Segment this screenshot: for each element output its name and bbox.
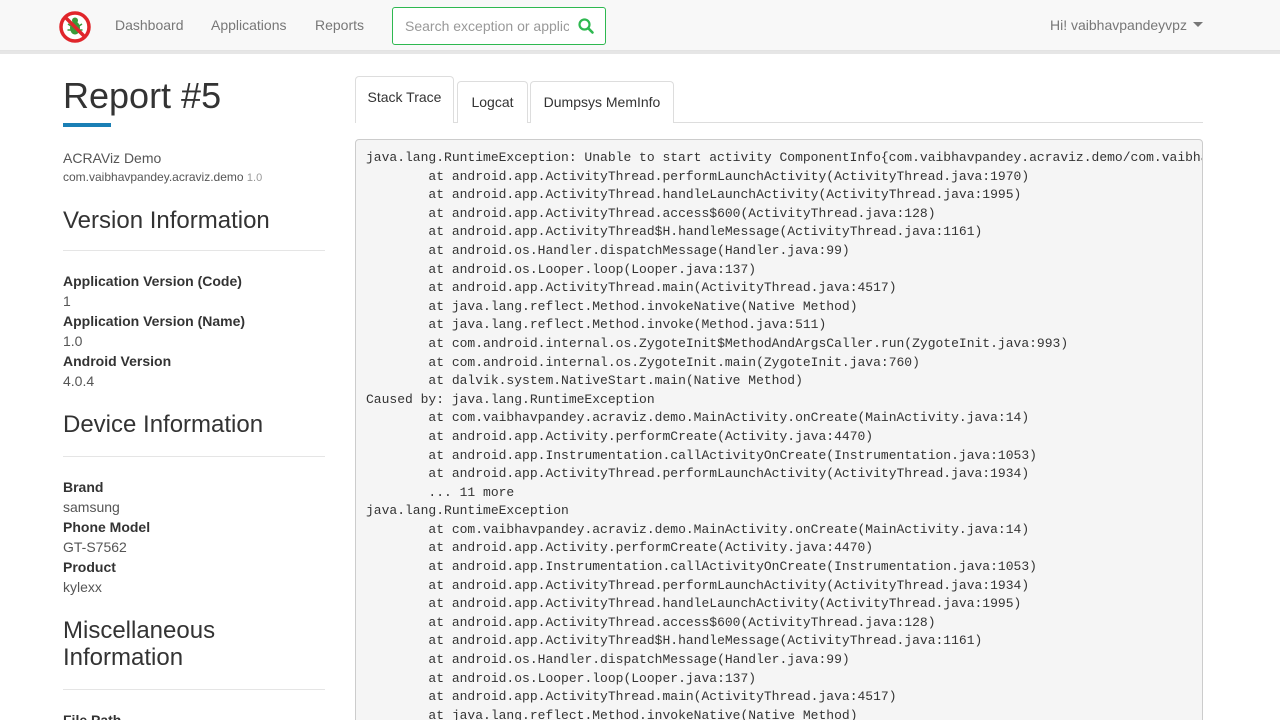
field-value: 1.0 xyxy=(63,333,83,349)
section-divider xyxy=(63,456,325,457)
no-bug-logo-icon[interactable] xyxy=(59,11,91,43)
version-info-heading: Version Information xyxy=(63,207,270,234)
user-greeting: Hi! vaibhavpandeyvpz xyxy=(1050,17,1187,33)
misc-heading-line2: Information xyxy=(63,644,184,671)
caret-down-icon xyxy=(1192,22,1203,27)
package-name: com.vaibhavpandey.acraviz.demo xyxy=(63,170,244,184)
user-menu-toggle[interactable]: Hi! vaibhavpandeyvpz xyxy=(1050,17,1203,33)
stack-trace-text: java.lang.RuntimeException: Unable to st… xyxy=(366,150,1202,720)
search-form xyxy=(392,7,606,45)
tab-logcat[interactable]: Logcat xyxy=(457,81,528,123)
report-tabs: Stack Trace Logcat Dumpsys MemInfo xyxy=(355,76,1203,123)
report-sidebar: Report #5 ACRAViz Demo com.vaibhavpandey… xyxy=(63,72,325,720)
search-input[interactable] xyxy=(393,8,569,44)
version-info-fields: Application Version (Code) 1 Application… xyxy=(63,271,325,391)
misc-info-heading: Miscellaneous Information xyxy=(63,617,325,671)
tab-stack-trace[interactable]: Stack Trace xyxy=(355,76,454,123)
field-label: Android Version xyxy=(63,353,172,369)
section-divider xyxy=(63,250,325,251)
top-navbar: Dashboard Applications Reports Hi! vaibh… xyxy=(0,0,1280,51)
field-label: Brand xyxy=(63,479,104,495)
page-title: Report #5 xyxy=(63,75,222,116)
field-value: 4.0.4 xyxy=(63,373,95,389)
field-value: samsung xyxy=(63,499,120,515)
package-version: 1.0 xyxy=(246,172,263,184)
package-line: com.vaibhavpandey.acraviz.demo 1.0 xyxy=(63,169,325,187)
stack-trace-panel[interactable]: java.lang.RuntimeException: Unable to st… xyxy=(355,139,1203,720)
field-value: GT-S7562 xyxy=(63,539,127,555)
app-name: ACRAViz Demo xyxy=(63,150,162,166)
field-label: Application Version (Code) xyxy=(63,273,242,289)
title-underline xyxy=(63,123,111,127)
nav-dashboard-link[interactable]: Dashboard xyxy=(115,17,184,33)
device-info-heading: Device Information xyxy=(63,411,264,438)
misc-heading-line1: Miscellaneous xyxy=(63,617,216,644)
search-icon[interactable] xyxy=(577,17,597,35)
field-value: 1 xyxy=(63,293,71,309)
field-label: File Path xyxy=(63,712,122,720)
nav-applications-link[interactable]: Applications xyxy=(211,17,287,33)
tab-dumpsys-meminfo[interactable]: Dumpsys MemInfo xyxy=(530,81,674,123)
nav-reports-link[interactable]: Reports xyxy=(315,17,364,33)
section-divider xyxy=(63,689,325,690)
navbar-divider xyxy=(0,51,1280,54)
field-label: Application Version (Name) xyxy=(63,313,246,329)
field-value: kylexx xyxy=(63,579,102,595)
field-label: Phone Model xyxy=(63,519,151,535)
device-info-fields: Brand samsung Phone Model GT-S7562 Produ… xyxy=(63,477,325,597)
field-label: Product xyxy=(63,559,116,575)
